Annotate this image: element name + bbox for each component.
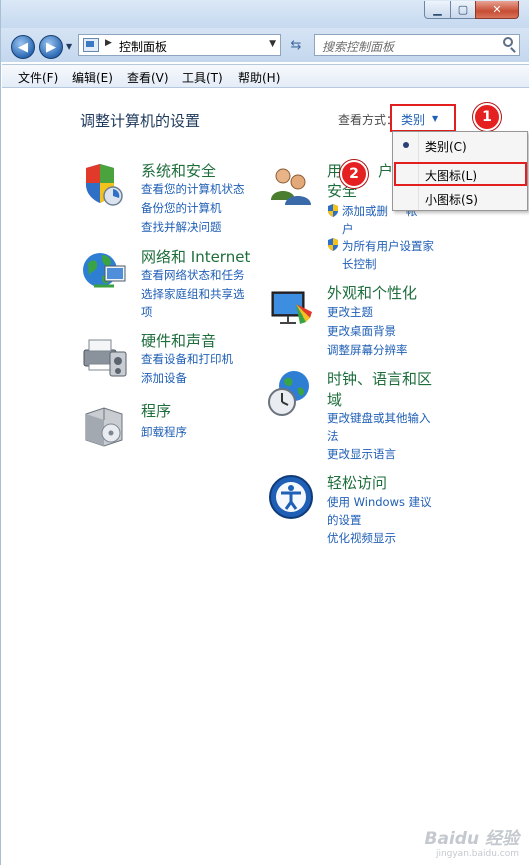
- uac-shield-icon: [328, 204, 338, 217]
- refresh-icon[interactable]: ⇆: [285, 36, 307, 54]
- category-title[interactable]: 域: [327, 389, 342, 410]
- category-system-security: 系统和安全 查看您的计算机状态 备份您的计算机 查找并解决问题: [80, 160, 260, 240]
- printer-icon[interactable]: [80, 330, 130, 380]
- category-link[interactable]: 长控制: [342, 256, 377, 272]
- category-link[interactable]: 查找并解决问题: [141, 219, 222, 235]
- watermark-brand: Baidu 经验: [424, 829, 519, 849]
- appearance-monitor-icon[interactable]: [266, 282, 316, 332]
- category-link[interactable]: 法: [327, 428, 339, 444]
- recent-pages-icon[interactable]: ▼: [66, 42, 74, 52]
- category-link[interactable]: 户: [342, 221, 354, 237]
- category-link[interactable]: 更改主题: [327, 304, 373, 320]
- search-input[interactable]: 搜索控制面板: [314, 34, 520, 56]
- category-link[interactable]: 选择家庭组和共享选: [141, 286, 245, 302]
- radio-selected-icon: [403, 142, 409, 148]
- close-button[interactable]: ✕: [475, 1, 519, 19]
- menu-item-label[interactable]: 小图标(S): [425, 191, 478, 208]
- chevron-down-icon[interactable]: ▼: [432, 114, 438, 123]
- title-bar: ▁ ▢ ✕: [1, 0, 529, 28]
- category-link[interactable]: 调整屏幕分辨率: [327, 342, 408, 358]
- category-title[interactable]: 户: [378, 160, 393, 181]
- view-by-menu: 类别(C) 大图标(L) 小图标(S): [392, 131, 528, 211]
- category-title[interactable]: 硬件和声音: [141, 330, 216, 351]
- users-icon[interactable]: [266, 160, 316, 210]
- step-callout-1: 1: [473, 103, 501, 131]
- breadcrumb-separator-icon[interactable]: ▶: [105, 38, 112, 48]
- category-network: 网络和 Internet 查看网络状态和任务 选择家庭组和共享选 项: [80, 246, 265, 326]
- category-title[interactable]: 程序: [141, 400, 171, 421]
- maximize-button[interactable]: ▢: [450, 1, 476, 19]
- category-appearance: 外观和个性化 更改主题 更改桌面背景 调整屏幕分辨率: [266, 282, 446, 362]
- category-title[interactable]: 外观和个性化: [327, 282, 417, 303]
- category-title[interactable]: 轻松访问: [327, 472, 387, 493]
- category-link[interactable]: 更改键盘或其他输入: [327, 410, 431, 426]
- category-link[interactable]: 的设置: [327, 512, 362, 528]
- category-link[interactable]: 使用 Windows 建议: [327, 494, 432, 510]
- category-title[interactable]: 网络和 Internet: [141, 246, 250, 267]
- view-by-dropdown[interactable]: 类别 ▼: [390, 104, 456, 132]
- category-link[interactable]: 优化视频显示: [327, 530, 396, 546]
- highlight-box: [394, 162, 527, 186]
- search-icon[interactable]: [503, 37, 513, 47]
- category-link[interactable]: 查看设备和打印机: [141, 351, 233, 367]
- category-ease-of-access: 轻松访问 使用 Windows 建议 的设置 优化视频显示: [266, 472, 446, 552]
- category-link[interactable]: 备份您的计算机: [141, 200, 222, 216]
- menu-item-category[interactable]: 类别(C): [393, 134, 527, 156]
- minimize-button[interactable]: ▁: [424, 1, 451, 19]
- watermark-logo: Baidu 经验 jingyan.baidu.com: [425, 824, 519, 859]
- menu-view[interactable]: 查看(V): [127, 69, 169, 86]
- view-by-label: 查看方式：: [338, 113, 399, 127]
- category-link[interactable]: 卸载程序: [141, 424, 187, 440]
- programs-box-icon[interactable]: [80, 400, 130, 450]
- category-link[interactable]: 添加或删: [342, 203, 388, 219]
- category-title[interactable]: 时钟、语言和区: [327, 368, 432, 389]
- forward-button[interactable]: ▶: [39, 35, 63, 59]
- menu-tools[interactable]: 工具(T): [182, 69, 223, 86]
- category-link[interactable]: 项: [141, 304, 153, 320]
- category-link[interactable]: 为所有用户设置家: [342, 238, 434, 254]
- menu-item-label[interactable]: 类别(C): [425, 138, 467, 155]
- page-title: 调整计算机的设置: [80, 112, 201, 130]
- view-by-value[interactable]: 类别: [401, 111, 425, 128]
- clock-globe-icon[interactable]: [266, 368, 316, 418]
- menu-bar: 文件(F) 编辑(E) 查看(V) 工具(T) 帮助(H): [2, 64, 529, 88]
- menu-item-small-icons[interactable]: 小图标(S): [393, 187, 527, 209]
- step-callout-2: 2: [340, 160, 368, 188]
- watermark-url: jingyan.baidu.com: [435, 849, 519, 859]
- search-placeholder: 搜索控制面板: [322, 40, 395, 54]
- menu-help[interactable]: 帮助(H): [238, 69, 280, 86]
- category-hardware-sound: 硬件和声音 查看设备和打印机 添加设备: [80, 330, 260, 390]
- control-panel-icon: [83, 38, 99, 52]
- uac-shield-icon: [328, 238, 338, 251]
- ease-of-access-icon[interactable]: [266, 472, 316, 522]
- back-button[interactable]: ◀: [11, 35, 35, 59]
- category-link[interactable]: 添加设备: [141, 370, 187, 386]
- menu-edit[interactable]: 编辑(E): [72, 69, 113, 86]
- network-globe-icon[interactable]: [80, 246, 130, 296]
- address-dropdown-icon[interactable]: ▼: [269, 39, 276, 49]
- category-clock-language-region: 时钟、语言和区 域 更改键盘或其他输入 法 更改显示语言: [266, 368, 446, 468]
- control-panel-window: ▁ ▢ ✕ ◀ ▶ ▼ ▶ 控制面板 ▼ ⇆ 搜索控制面板 文件(F) 编辑(E…: [0, 0, 529, 865]
- menu-file[interactable]: 文件(F): [18, 69, 58, 86]
- category-title[interactable]: 系统和安全: [141, 160, 216, 181]
- category-link[interactable]: 查看网络状态和任务: [141, 267, 245, 283]
- address-bar[interactable]: ▶ 控制面板 ▼: [78, 34, 281, 56]
- breadcrumb[interactable]: 控制面板: [119, 38, 167, 55]
- category-link[interactable]: 查看您的计算机状态: [141, 181, 245, 197]
- category-link[interactable]: 更改桌面背景: [327, 323, 396, 339]
- category-programs: 程序 卸载程序: [80, 400, 260, 450]
- category-link[interactable]: 更改显示语言: [327, 446, 396, 462]
- shield-icon[interactable]: [80, 160, 130, 210]
